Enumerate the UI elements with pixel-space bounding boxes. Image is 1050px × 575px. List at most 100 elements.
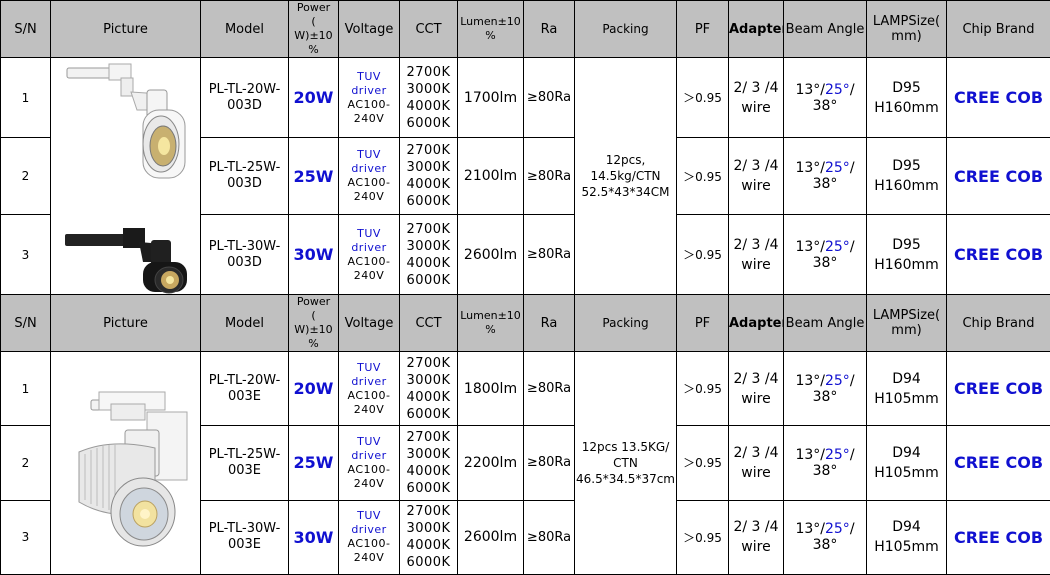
voltage-line: 240V xyxy=(353,551,385,565)
cct-line: 3000K xyxy=(406,81,451,97)
header-picture: Picture xyxy=(50,294,201,352)
power-cell: 30W xyxy=(288,214,339,295)
lumen-cell: 2100lm xyxy=(457,137,524,215)
sn-cell: 3 xyxy=(0,499,51,575)
header-ra: Ra xyxy=(523,0,575,58)
ra-cell: ≥80Ra xyxy=(523,425,575,501)
header-power-line: Power xyxy=(296,1,331,15)
cct-line: 4000K xyxy=(406,389,451,405)
voltage-line: driver xyxy=(351,448,387,462)
adapter-line: 2/ 3 /4 xyxy=(733,158,779,174)
adapter-line: wire xyxy=(741,464,771,481)
beam-highlight: 25° xyxy=(824,238,850,255)
voltage-line: TUV xyxy=(357,434,381,448)
cct-line: 3000K xyxy=(406,372,451,388)
voltage-cell: TUV driver AC100- 240V xyxy=(338,137,400,215)
lumen-cell: 1800lm xyxy=(457,350,524,427)
size-line: D95 xyxy=(892,158,921,174)
header-packing: Packing xyxy=(574,294,677,352)
sn-cell: 3 xyxy=(0,214,51,295)
model-cell: PL-TL-30W- 003D xyxy=(200,214,289,295)
size-line: D94 xyxy=(892,370,921,387)
size-line: H160mm xyxy=(874,178,939,194)
cct-line: 3000K xyxy=(406,521,451,537)
model-line: 003D xyxy=(227,97,262,113)
voltage-line: TUV xyxy=(357,148,381,161)
voltage-line: 240V xyxy=(353,402,385,416)
header-power-line: ( xyxy=(311,309,316,322)
size-cell: D94 H105mm xyxy=(866,499,947,575)
beam-cell: 13°/25°/ 38° xyxy=(783,57,867,138)
packing-line: 12pcs 13.5KG/ xyxy=(581,440,670,454)
voltage-line: driver xyxy=(351,83,387,97)
header-pf: PF xyxy=(676,294,729,352)
ra-cell: ≥80Ra xyxy=(523,499,575,575)
voltage-line: TUV xyxy=(357,509,381,523)
cct-line: 6000K xyxy=(406,272,451,288)
chip-cell: CREE COB xyxy=(946,499,1050,575)
voltage-line: AC100- xyxy=(347,462,391,476)
size-cell: D95 H160mm xyxy=(866,57,947,138)
voltage-cell: TUV driver AC100- 240V xyxy=(338,350,400,427)
adapter-line: wire xyxy=(741,390,771,407)
cct-line: 2700K xyxy=(406,355,451,371)
size-line: H160mm xyxy=(874,256,939,273)
header-power: Power ( W)±10 % xyxy=(288,294,339,352)
model-line: 003D xyxy=(227,254,262,270)
header-pf: PF xyxy=(676,0,729,58)
spec-table: S/N Picture Model Power ( W)±10 % Voltag… xyxy=(0,0,1050,575)
packing-line: 46.5*34.5*37cm xyxy=(576,472,675,486)
header-row: S/N Picture Model Power ( W)±10 % Voltag… xyxy=(0,0,1050,58)
beam-cell: 13°/25°/ 38° xyxy=(783,137,867,215)
product-picture-003e xyxy=(50,351,201,575)
size-line: D95 xyxy=(892,236,921,253)
cct-line: 2700K xyxy=(406,64,451,80)
adapter-line: 2/ 3 /4 xyxy=(733,370,779,387)
size-line: D94 xyxy=(892,519,921,536)
cct-line: 4000K xyxy=(406,98,451,114)
model-line: PL-TL-30W- xyxy=(208,521,281,537)
beam-highlight: 25° xyxy=(824,160,850,176)
pf-cell: ＞0.95 xyxy=(676,137,729,215)
chip-cell: CREE COB xyxy=(946,137,1050,215)
header-ra: Ra xyxy=(523,294,575,352)
cct-line: 4000K xyxy=(406,463,451,479)
size-cell: D95 H160mm xyxy=(866,137,947,215)
voltage-line: TUV xyxy=(357,69,381,83)
ra-cell: ≥80Ra xyxy=(523,57,575,138)
header-beam: Beam Angle xyxy=(783,294,867,352)
model-cell: PL-TL-25W- 003E xyxy=(200,425,289,501)
cct-cell: 2700K 3000K 4000K 6000K xyxy=(399,214,458,295)
header-power-line: Power xyxy=(296,295,331,309)
header-size: LAMPSize( mm) xyxy=(866,0,947,58)
power-cell: 20W xyxy=(288,57,339,138)
voltage-line: AC100- xyxy=(347,388,391,402)
header-lumen-line: Lumen±10 xyxy=(460,309,521,322)
ra-cell: ≥80Ra xyxy=(523,137,575,215)
voltage-line: driver xyxy=(351,523,387,537)
pf-cell: ＞0.95 xyxy=(676,214,729,295)
header-adapter: Adapter xyxy=(728,0,784,58)
beam-part: 13°/ xyxy=(795,372,825,389)
packing-line: 52.5*43*34CM xyxy=(581,185,670,199)
cct-line: 6000K xyxy=(406,194,451,209)
size-line: H105mm xyxy=(874,390,939,407)
ra-cell: ≥80Ra xyxy=(523,214,575,295)
beam-highlight: 25° xyxy=(824,521,850,538)
chip-cell: CREE COB xyxy=(946,214,1050,295)
beam-part: 13°/ xyxy=(795,521,825,538)
header-power-line: % xyxy=(308,43,319,56)
voltage-line: 240V xyxy=(353,476,385,490)
header-cct: CCT xyxy=(399,0,458,58)
header-size-line: mm) xyxy=(891,323,922,338)
cct-cell: 2700K 3000K 4000K 6000K xyxy=(399,137,458,215)
header-sn: S/N xyxy=(0,294,51,352)
track-light-icon xyxy=(65,63,187,294)
chip-cell: CREE COB xyxy=(946,425,1050,501)
sn-cell: 1 xyxy=(0,57,51,138)
lumen-cell: 1700lm xyxy=(457,57,524,138)
header-lumen-line: Lumen±10 xyxy=(460,15,521,28)
header-voltage: Voltage xyxy=(338,294,400,352)
model-cell: PL-TL-20W- 003E xyxy=(200,350,289,427)
beam-part: 13°/ xyxy=(795,81,825,98)
